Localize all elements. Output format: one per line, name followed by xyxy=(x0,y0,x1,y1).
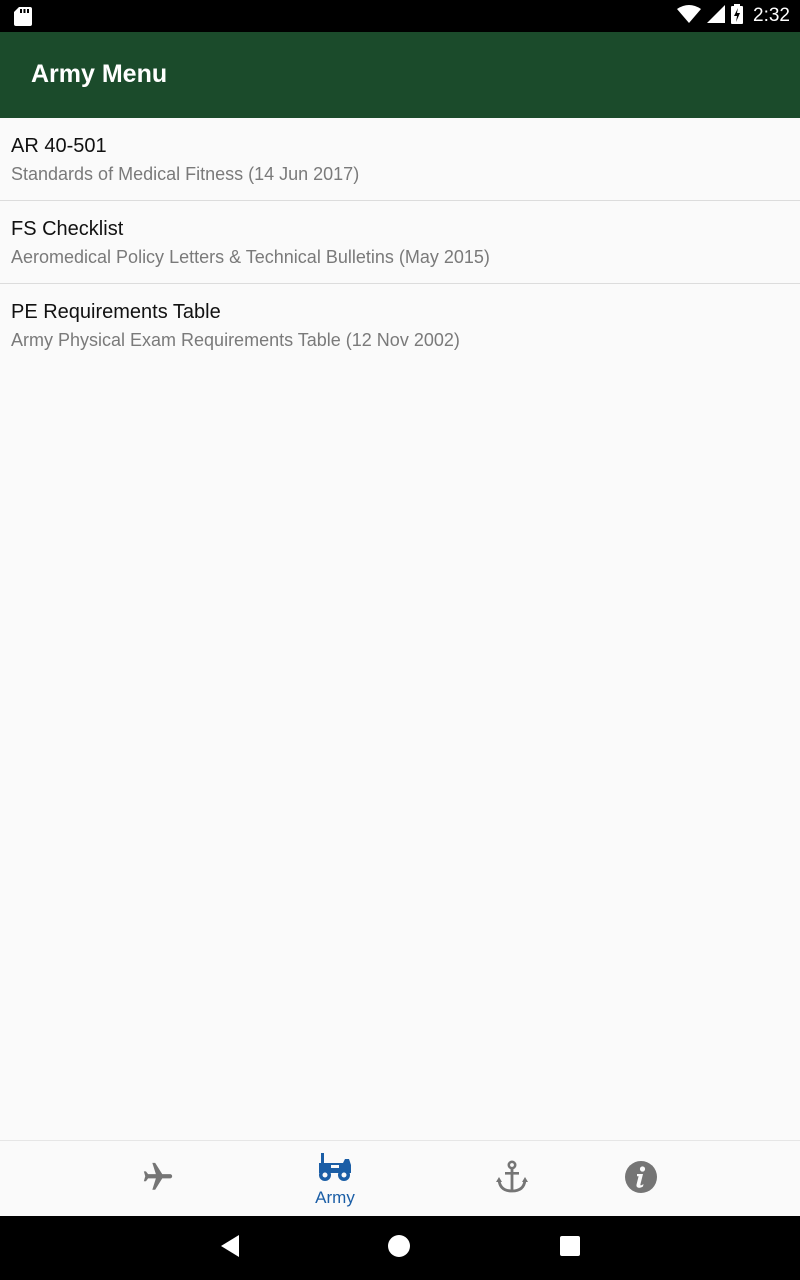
list-item-fs-checklist[interactable]: FS Checklist Aeromedical Policy Letters … xyxy=(0,201,800,284)
list-item-title: FS Checklist xyxy=(11,218,124,240)
home-icon xyxy=(387,1234,411,1263)
back-button[interactable] xyxy=(210,1216,250,1280)
list-item-subtitle: Aeromedical Policy Letters & Technical B… xyxy=(11,247,490,267)
list-item-title: PE Requirements Table xyxy=(11,301,221,323)
signal-icon xyxy=(707,4,726,28)
anchor-icon xyxy=(495,1159,529,1199)
home-button[interactable] xyxy=(379,1216,419,1280)
system-navigation-bar xyxy=(0,1216,800,1280)
army-menu-list: AR 40-501 Standards of Medical Fitness (… xyxy=(0,118,800,367)
nav-item-air[interactable] xyxy=(130,1141,186,1217)
nav-item-navy[interactable] xyxy=(484,1141,540,1217)
list-item-subtitle: Army Physical Exam Requirements Table (1… xyxy=(11,330,460,350)
list-item-title: AR 40-501 xyxy=(11,135,107,157)
list-item-ar-40-501[interactable]: AR 40-501 Standards of Medical Fitness (… xyxy=(0,118,800,201)
recents-icon xyxy=(559,1235,581,1262)
jeep-icon xyxy=(317,1151,353,1188)
battery-charging-icon xyxy=(731,3,744,29)
bottom-navigation: Army xyxy=(0,1140,800,1216)
back-icon xyxy=(219,1234,241,1263)
clock: 2:32 xyxy=(753,5,790,26)
airplane-icon xyxy=(141,1160,175,1199)
wifi-icon xyxy=(677,4,702,28)
recents-button[interactable] xyxy=(550,1216,590,1280)
page-title: Army Menu xyxy=(31,60,168,88)
app-bar: Army Menu xyxy=(0,32,800,118)
list-item-pe-requirements-table[interactable]: PE Requirements Table Army Physical Exam… xyxy=(0,284,800,367)
nav-item-info[interactable] xyxy=(613,1141,669,1217)
info-icon xyxy=(624,1160,658,1199)
sd-card-icon xyxy=(14,7,32,31)
status-bar: 2:32 xyxy=(0,0,800,32)
list-item-subtitle: Standards of Medical Fitness (14 Jun 201… xyxy=(11,164,360,184)
nav-item-army[interactable]: Army xyxy=(295,1141,375,1217)
nav-label-army: Army xyxy=(315,1187,355,1207)
